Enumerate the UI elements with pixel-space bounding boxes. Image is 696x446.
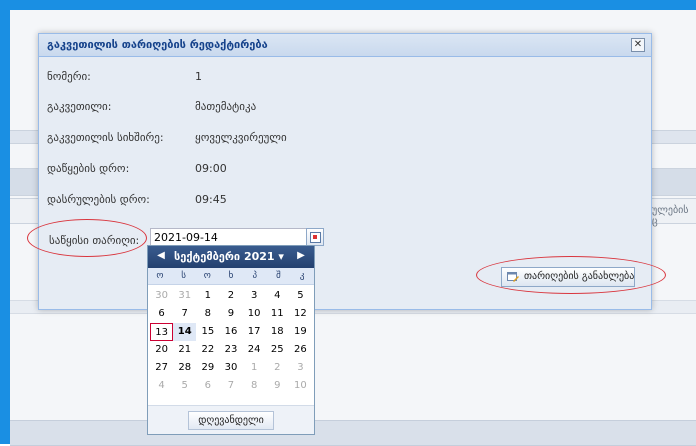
calendar-day[interactable]: 18: [266, 323, 289, 341]
today-button[interactable]: დღევანდელი: [188, 411, 274, 430]
calendar-day[interactable]: 9: [266, 377, 289, 395]
calendar-day[interactable]: 28: [173, 359, 196, 377]
date-picker-button[interactable]: [306, 228, 324, 246]
calendar-day[interactable]: 10: [243, 305, 266, 323]
calendar-day[interactable]: 21: [173, 341, 196, 359]
weekday-label: ო: [156, 271, 164, 281]
field-label: დასრულების დრო:: [47, 193, 150, 206]
calendar-footer: დღევანდელი: [148, 405, 314, 434]
update-dates-button[interactable]: თარიღების განახლება: [501, 267, 635, 287]
start-date-label: საწყისი თარიღი:: [49, 234, 140, 247]
calendar-day[interactable]: 10: [289, 377, 312, 395]
top-frame-border: [0, 0, 696, 10]
calendar-day[interactable]: 7: [173, 305, 196, 323]
calendar-day[interactable]: 15: [196, 323, 219, 341]
calendar-day[interactable]: 31: [173, 287, 196, 305]
weekday-label: ს: [181, 271, 186, 281]
calendar-day[interactable]: 7: [219, 377, 242, 395]
month-year-selector[interactable]: სექტემბერი 2021 ▾: [174, 250, 284, 263]
calendar-day[interactable]: 17: [243, 323, 266, 341]
calendar-day[interactable]: 8: [243, 377, 266, 395]
prev-month-icon[interactable]: ◀: [154, 250, 168, 261]
calendar-day[interactable]: 1: [196, 287, 219, 305]
calendar-day[interactable]: 3: [243, 287, 266, 305]
calendar-day[interactable]: 22: [196, 341, 219, 359]
calendar-day[interactable]: 19: [289, 323, 312, 341]
calendar-day[interactable]: 1: [243, 359, 266, 377]
calendar-day[interactable]: 5: [289, 287, 312, 305]
calendar-day[interactable]: 3: [289, 359, 312, 377]
edit-lesson-dates-dialog: გაკვეთილის თარიღების რედაქტირება ✕ ნომერ…: [38, 33, 652, 310]
start-date-input[interactable]: [150, 228, 311, 246]
calendar-day[interactable]: 9: [219, 305, 242, 323]
calendar-day[interactable]: 30: [150, 287, 173, 305]
update-dates-label: თარიღების განახლება: [524, 271, 635, 282]
calendar-day[interactable]: 23: [219, 341, 242, 359]
field-value: 09:45: [195, 193, 227, 206]
calendar-day[interactable]: 6: [150, 305, 173, 323]
calendar-header: ◀ სექტემბერი 2021 ▾ ▶: [148, 246, 314, 268]
weekday-header: ო ს ო ხ პ შ კ: [148, 268, 314, 285]
calendar-day[interactable]: 29: [196, 359, 219, 377]
calendar-day-grid: 30 31 1 2 3 4 5 6 7 8 9 10 11 12 13 14 15 16 17 18 19 20 21 22 2…: [148, 285, 314, 395]
calendar-day[interactable]: 25: [266, 341, 289, 359]
field-value: მათემატიკა: [195, 100, 257, 113]
date-picker-popup: ◀ სექტემბერი 2021 ▾ ▶ ო ს ო ხ პ შ კ 30 31…: [147, 245, 315, 435]
left-frame-border: [0, 0, 10, 444]
calendar-day[interactable]: 2: [219, 287, 242, 305]
weekday-label: კ: [299, 271, 305, 281]
calendar-day[interactable]: 30: [219, 359, 242, 377]
calendar-day[interactable]: 13: [150, 323, 174, 341]
background-footer-bar: [10, 420, 696, 446]
field-label: გაკვეთილი:: [47, 100, 112, 113]
weekday-label: პ: [252, 271, 258, 281]
field-label: ნომერი:: [47, 70, 91, 83]
calendar-day[interactable]: 16: [219, 323, 242, 341]
calendar-day[interactable]: 4: [266, 287, 289, 305]
next-month-icon[interactable]: ▶: [294, 250, 308, 261]
field-value: ყოველკვირეული: [195, 131, 287, 144]
calendar-day[interactable]: 27: [150, 359, 173, 377]
calendar-day[interactable]: 11: [266, 305, 289, 323]
background-column-label: ულების ც: [652, 205, 689, 227]
edit-calendar-icon: [507, 272, 519, 282]
weekday-label: ხ: [228, 271, 234, 281]
close-button[interactable]: ✕: [631, 38, 645, 52]
weekday-label: ო: [203, 271, 211, 281]
field-label: გაკვეთილის სიხშირე:: [47, 131, 164, 144]
field-label: დაწყების დრო:: [47, 162, 130, 175]
calendar-day[interactable]: 5: [173, 377, 196, 395]
calendar-day[interactable]: 6: [196, 377, 219, 395]
calendar-day[interactable]: 26: [289, 341, 312, 359]
calendar-day[interactable]: 14: [173, 323, 197, 341]
calendar-day[interactable]: 2: [266, 359, 289, 377]
calendar-day[interactable]: 24: [243, 341, 266, 359]
dialog-header[interactable]: გაკვეთილის თარიღების რედაქტირება ✕: [39, 34, 651, 57]
field-value: 09:00: [195, 162, 227, 175]
field-value: 1: [195, 70, 202, 83]
weekday-label: შ: [276, 271, 281, 281]
calendar-day[interactable]: 12: [289, 305, 312, 323]
calendar-icon: [310, 232, 321, 243]
calendar-day[interactable]: 4: [150, 377, 173, 395]
dialog-title: გაკვეთილის თარიღების რედაქტირება: [47, 38, 268, 51]
calendar-day[interactable]: 8: [196, 305, 219, 323]
calendar-day[interactable]: 20: [150, 341, 173, 359]
